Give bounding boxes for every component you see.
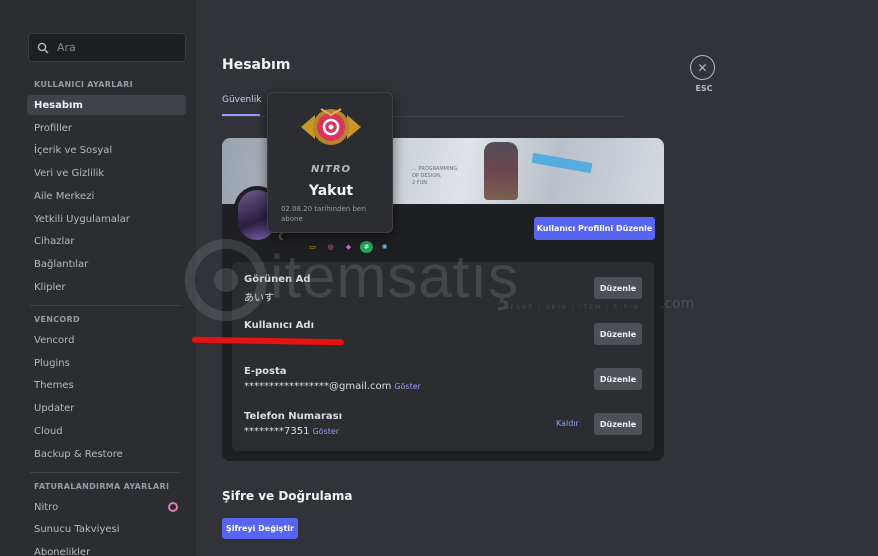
redaction-scribble [191, 336, 345, 346]
banner-text: ... PROGRAMMING, OP DESIGN. 2 FUN [412, 166, 459, 186]
display-name-value: あいす [244, 293, 274, 304]
sidebar-item-profiles[interactable]: Profiller [27, 118, 186, 138]
active-developer-badge-icon[interactable]: ▭ [306, 241, 319, 253]
search-input[interactable]: Ara [28, 33, 186, 62]
password-section-title: Şifre ve Doğrulama [222, 489, 353, 503]
phone-label: Telefon Numarası [244, 411, 343, 422]
section-header-user-settings: KULLANICI AYARLARI [34, 80, 133, 89]
account-fields-panel: Görünen Ad あいす Düzenle Kullanıcı Adı Düz… [232, 262, 654, 451]
sidebar-item-devices[interactable]: Cihazlar [27, 231, 186, 251]
section-header-billing: FATURALANDIRMA AYARLARI [34, 482, 170, 491]
page-title: Hesabım [222, 57, 291, 73]
phone-value: ********7351 Göster [244, 426, 339, 437]
sidebar-item-cloud[interactable]: Cloud [27, 421, 186, 441]
email-value: *****************@gmail.com Göster [244, 381, 421, 392]
boost-badge-icon[interactable]: ✺ [378, 241, 391, 253]
sidebar-item-family-center[interactable]: Aile Merkezi [27, 186, 186, 206]
tooltip-brand: NITRO [310, 164, 352, 175]
nitro-badge-tooltip: NITRO Yakut 02.08.20 tarihinden beri abo… [267, 92, 393, 233]
banner-figure-weapon [531, 152, 593, 174]
nitro-icon [168, 502, 178, 512]
email-text: *****************@gmail.com [244, 381, 392, 392]
close-icon: ✕ [697, 60, 708, 75]
sidebar-item-updater[interactable]: Updater [27, 398, 186, 418]
sidebar-item-themes[interactable]: Themes [27, 375, 186, 395]
edit-display-name-button[interactable]: Düzenle [594, 277, 642, 299]
sidebar-divider [30, 472, 181, 473]
email-label: E-posta [244, 366, 287, 377]
sidebar-item-my-account[interactable]: Hesabım [27, 95, 186, 115]
ruby-nitro-emblem-icon [301, 108, 361, 145]
section-header-vencord: VENCORD [34, 315, 80, 324]
tooltip-subscribed-since: 02.08.20 tarihinden beri abone [281, 205, 367, 223]
sidebar-item-clips[interactable]: Klipler [27, 277, 186, 297]
edit-user-profile-button[interactable]: Kullanıcı Profilini Düzenle [534, 217, 655, 240]
edit-phone-button[interactable]: Düzenle [594, 413, 642, 435]
banner-figure [484, 142, 518, 200]
idle-status-icon: ☾ [278, 232, 287, 243]
tab-security[interactable]: Güvenlik [222, 95, 261, 105]
sidebar-item-label: Nitro [34, 501, 59, 513]
sidebar-divider [30, 305, 181, 306]
sidebar-item-content-social[interactable]: İçerik ve Sosyal [27, 140, 186, 160]
edit-username-button[interactable]: Düzenle [594, 323, 642, 345]
nitro-badge-icon[interactable]: ◎ [324, 241, 337, 253]
close-label: ESC [695, 84, 713, 93]
sidebar-item-subscriptions[interactable]: Abonelikler [27, 542, 186, 556]
search-placeholder: Ara [57, 41, 76, 54]
display-name-label: Görünen Ad [244, 274, 311, 285]
search-icon [37, 42, 49, 53]
sidebar-item-nitro[interactable]: Nitro [27, 497, 186, 517]
hashtag-badge-icon[interactable]: # [360, 241, 373, 253]
sidebar-item-authorized-apps[interactable]: Yetkili Uygulamalar [27, 209, 186, 229]
sidebar-item-server-boost[interactable]: Sunucu Takviyesi [27, 519, 186, 539]
remove-phone-link[interactable]: Kaldır [556, 419, 579, 428]
username-label: Kullanıcı Adı [244, 320, 315, 331]
sidebar-item-connections[interactable]: Bağlantılar [27, 254, 186, 274]
settings-sidebar: Ara KULLANICI AYARLARI Hesabım Profiller… [0, 0, 196, 556]
close-button[interactable]: ✕ [690, 55, 715, 80]
show-phone-link[interactable]: Göster [312, 427, 339, 436]
sidebar-item-backup-restore[interactable]: Backup & Restore [27, 444, 186, 464]
edit-email-button[interactable]: Düzenle [594, 368, 642, 390]
sidebar-item-data-privacy[interactable]: Veri ve Gizlilik [27, 163, 186, 183]
ruby-gem-badge-icon[interactable]: ◆ [342, 241, 355, 253]
sidebar-item-vencord[interactable]: Vencord [27, 330, 186, 350]
profile-badges: ▭ ◎ ◆ # ✺ [306, 241, 391, 253]
change-password-button[interactable]: Şifreyi Değiştir [222, 518, 298, 539]
show-email-link[interactable]: Göster [394, 382, 421, 391]
tooltip-tier: Yakut [308, 183, 354, 199]
sidebar-item-plugins[interactable]: Plugins [27, 353, 186, 373]
watermark-domain: .com [660, 296, 695, 312]
phone-text: ********7351 [244, 426, 310, 437]
